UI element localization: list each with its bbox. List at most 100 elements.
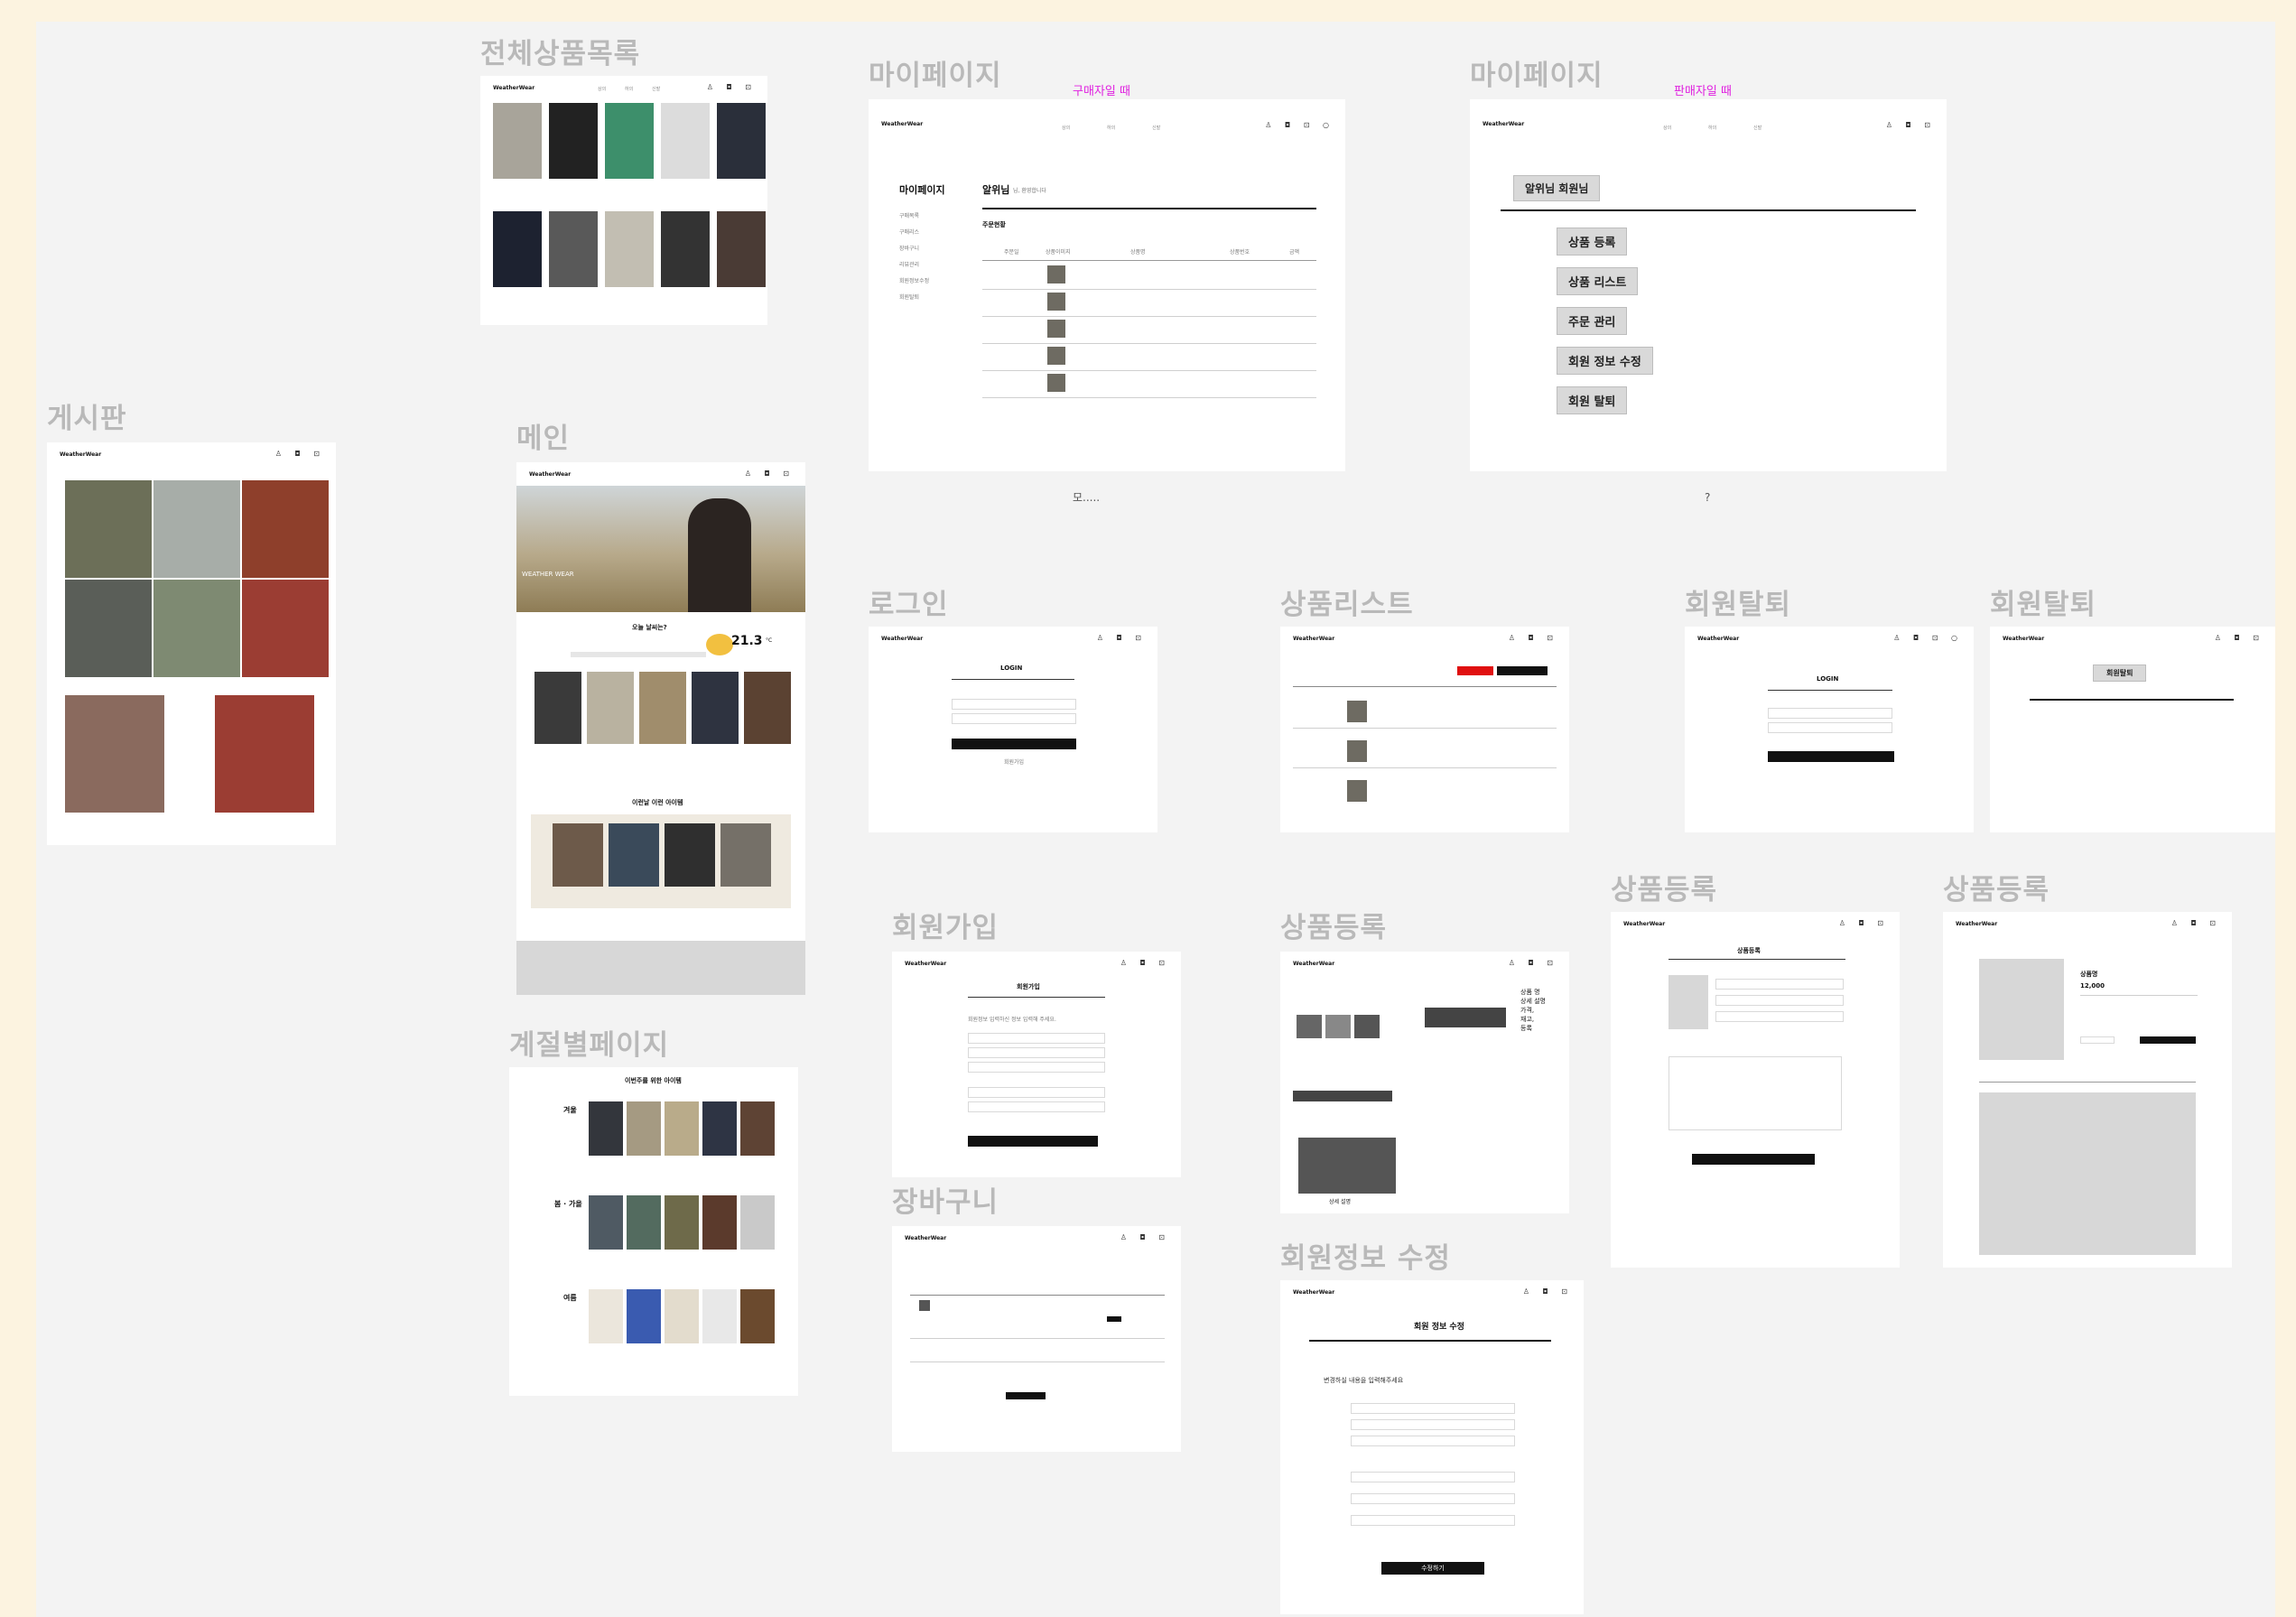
product-image[interactable] bbox=[549, 103, 598, 179]
nav-icons[interactable]: ♙ ◘ ⊡ bbox=[275, 450, 325, 458]
product-image[interactable] bbox=[665, 1195, 699, 1250]
nav-icons[interactable]: ♙ ◘ ⊡ bbox=[2171, 919, 2221, 927]
product-image[interactable] bbox=[627, 1289, 661, 1343]
register-field[interactable] bbox=[1715, 1011, 1844, 1022]
nav-icons[interactable]: ♙ ◘ ⊡ ○ bbox=[1265, 121, 1334, 129]
sidebar-item-purchases[interactable]: 구매목록 bbox=[899, 211, 919, 219]
signup-field[interactable] bbox=[968, 1087, 1105, 1098]
menu-order-manage[interactable]: 주문 관리 bbox=[1557, 307, 1628, 335]
nav-icons[interactable]: ♙ ◘ ⊡ bbox=[2215, 634, 2264, 642]
cart-button[interactable] bbox=[2080, 1036, 2115, 1044]
nav-menu-shoes[interactable]: 신발 bbox=[1753, 125, 1762, 131]
id-input[interactable] bbox=[952, 699, 1076, 710]
menu-edit-info[interactable]: 회원 정보 수정 bbox=[1557, 347, 1653, 375]
board-post-image[interactable] bbox=[215, 695, 314, 813]
register-field[interactable] bbox=[1715, 979, 1844, 990]
buy-button[interactable] bbox=[2140, 1036, 2196, 1044]
menu-product-register[interactable]: 상품 등록 bbox=[1557, 228, 1628, 256]
signup-field[interactable] bbox=[968, 1101, 1105, 1112]
product-thumb[interactable] bbox=[1325, 1015, 1351, 1038]
signup-submit-button[interactable] bbox=[968, 1136, 1098, 1147]
product-image[interactable] bbox=[740, 1101, 775, 1156]
id-input[interactable] bbox=[1768, 708, 1892, 719]
product-image[interactable] bbox=[605, 211, 654, 287]
product-image[interactable] bbox=[744, 672, 791, 744]
product-image[interactable] bbox=[702, 1195, 737, 1250]
signup-field[interactable] bbox=[968, 1062, 1105, 1073]
sidebar-item-withdraw[interactable]: 회원탈퇴 bbox=[899, 293, 919, 301]
product-image[interactable] bbox=[692, 672, 739, 744]
menu-product-list[interactable]: 상품 리스트 bbox=[1557, 267, 1639, 295]
product-image[interactable] bbox=[627, 1195, 661, 1250]
nav-menu-top[interactable]: 상의 bbox=[598, 86, 606, 92]
carousel-item[interactable] bbox=[665, 823, 715, 887]
nav-menu-bottom[interactable]: 하의 bbox=[625, 86, 633, 92]
carousel-item[interactable] bbox=[720, 823, 771, 887]
checkout-button[interactable] bbox=[1006, 1392, 1046, 1399]
password-input[interactable] bbox=[952, 713, 1076, 724]
sidebar-item-cart[interactable]: 장바구니 bbox=[899, 244, 919, 252]
signup-field[interactable] bbox=[968, 1047, 1105, 1058]
product-image[interactable] bbox=[661, 211, 710, 287]
product-image[interactable] bbox=[493, 103, 542, 179]
product-image[interactable] bbox=[665, 1101, 699, 1156]
signup-link[interactable]: 회원가입 bbox=[1004, 757, 1024, 766]
detail-editor[interactable] bbox=[1669, 1056, 1842, 1130]
password-input[interactable] bbox=[1768, 722, 1892, 733]
carousel-item[interactable] bbox=[553, 823, 603, 887]
nav-menu-bottom[interactable]: 하의 bbox=[1708, 125, 1716, 131]
nav-menu-shoes[interactable]: 신발 bbox=[652, 86, 660, 92]
sidebar-item-edit-info[interactable]: 회원정보수정 bbox=[899, 276, 929, 284]
withdraw-box[interactable]: 회원탈퇴 bbox=[2093, 664, 2147, 682]
add-button[interactable] bbox=[1457, 666, 1493, 675]
product-image[interactable] bbox=[702, 1101, 737, 1156]
product-image[interactable] bbox=[587, 672, 634, 744]
nav-icons[interactable]: ♙ ◘ ⊡ bbox=[1120, 1233, 1170, 1241]
nav-menu-shoes[interactable]: 신발 bbox=[1152, 125, 1160, 131]
edit-field[interactable] bbox=[1351, 1493, 1515, 1504]
edit-field[interactable] bbox=[1351, 1403, 1515, 1414]
board-photo[interactable] bbox=[65, 580, 152, 677]
product-image[interactable] bbox=[717, 103, 766, 179]
nav-icons[interactable]: ♙ ◘ ⊡ bbox=[1120, 959, 1170, 967]
nav-icons[interactable]: ♙ ◘ ⊡ bbox=[1097, 634, 1147, 642]
register-field[interactable] bbox=[1715, 995, 1844, 1006]
hero-banner[interactable] bbox=[516, 486, 805, 612]
product-image[interactable] bbox=[665, 1289, 699, 1343]
nav-menu-top[interactable]: 상의 bbox=[1663, 125, 1671, 131]
edit-field[interactable] bbox=[1351, 1419, 1515, 1430]
menu-withdraw[interactable]: 회원 탈퇴 bbox=[1557, 386, 1628, 414]
product-image[interactable] bbox=[717, 211, 766, 287]
nav-icons[interactable]: ♙ ◘ ⊡ bbox=[1509, 634, 1558, 642]
nav-icons[interactable]: ♙ ◘ ⊡ ○ bbox=[1893, 634, 1963, 642]
sidebar-item-purchase-list[interactable]: 구매리스 bbox=[899, 228, 919, 236]
product-image[interactable] bbox=[702, 1289, 737, 1343]
nav-icons[interactable]: ♙ ◘ ⊡ bbox=[1886, 121, 1936, 129]
edit-field[interactable] bbox=[1351, 1515, 1515, 1526]
nav-menu-bottom[interactable]: 하의 bbox=[1107, 125, 1115, 131]
carousel-item[interactable] bbox=[609, 823, 659, 887]
edit-field[interactable] bbox=[1351, 1472, 1515, 1482]
edit-field[interactable] bbox=[1351, 1436, 1515, 1446]
edit-submit-button[interactable]: 수정하기 bbox=[1381, 1562, 1484, 1575]
product-thumb[interactable] bbox=[1297, 1015, 1322, 1038]
product-image[interactable] bbox=[639, 672, 686, 744]
product-image[interactable] bbox=[589, 1101, 623, 1156]
nav-icons[interactable]: ♙ ◘ ⊡ bbox=[707, 83, 757, 91]
board-photo[interactable] bbox=[153, 580, 240, 677]
nav-icons[interactable]: ♙ ◘ ⊡ bbox=[1509, 959, 1558, 967]
board-photo[interactable] bbox=[153, 480, 240, 578]
image-upload[interactable] bbox=[1669, 975, 1708, 1029]
sidebar-item-reviews[interactable]: 리뷰관리 bbox=[899, 260, 919, 268]
product-image[interactable] bbox=[740, 1195, 775, 1250]
cart-order-button[interactable] bbox=[1107, 1316, 1121, 1322]
signup-field[interactable] bbox=[968, 1033, 1105, 1044]
product-image[interactable] bbox=[589, 1289, 623, 1343]
board-post-image[interactable] bbox=[65, 695, 164, 813]
nav-icons[interactable]: ♙ ◘ ⊡ bbox=[745, 469, 795, 478]
nav-icons[interactable]: ♙ ◘ ⊡ bbox=[1839, 919, 1889, 927]
product-image[interactable] bbox=[493, 211, 542, 287]
nav-icons[interactable]: ♙ ◘ ⊡ bbox=[1523, 1287, 1573, 1296]
board-photo[interactable] bbox=[242, 580, 329, 677]
register-submit-button[interactable] bbox=[1692, 1154, 1815, 1165]
